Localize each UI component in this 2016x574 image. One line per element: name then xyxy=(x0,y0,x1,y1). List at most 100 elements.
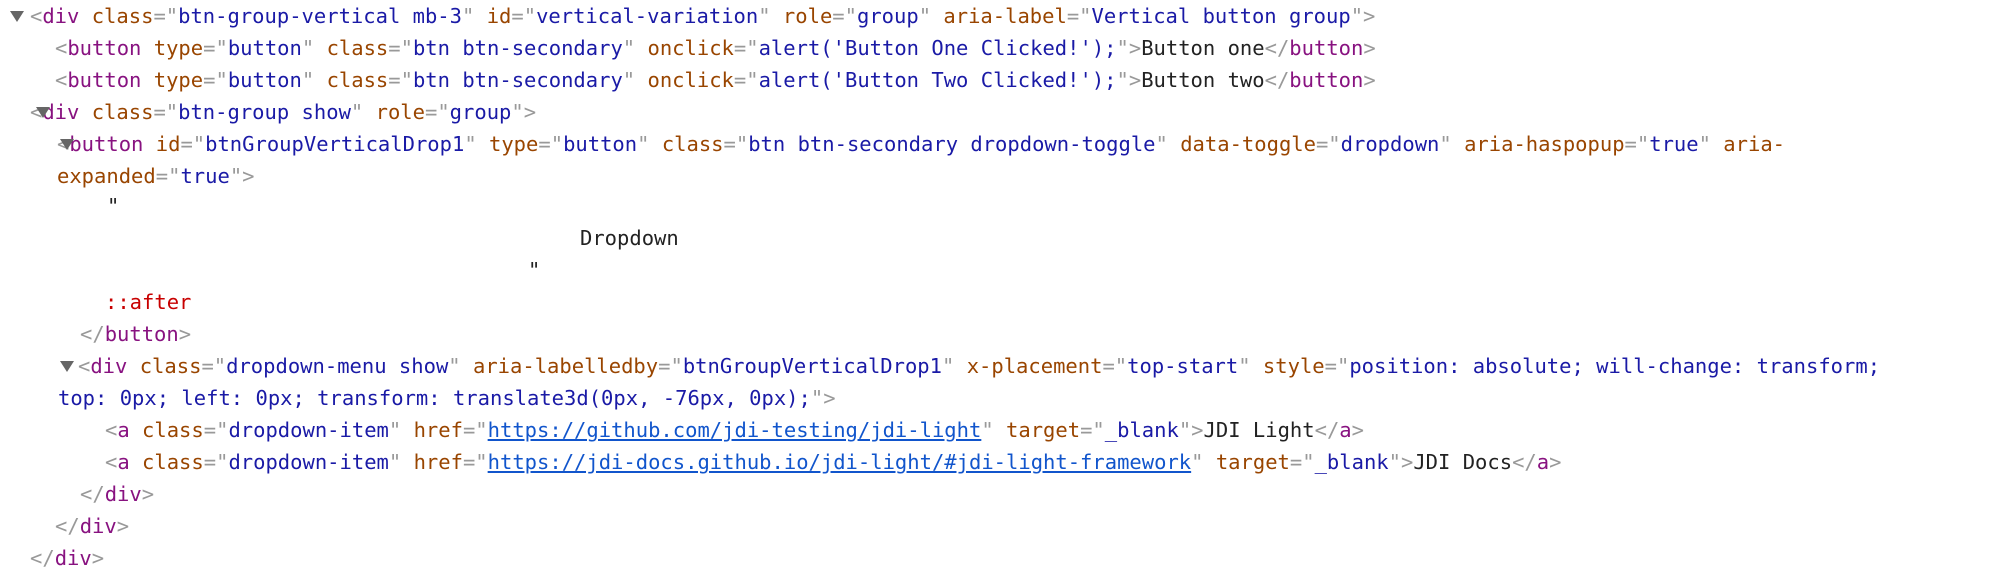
dom-line[interactable]: <button id="btnGroupVerticalDrop1" type=… xyxy=(57,128,1785,160)
dom-line[interactable]: </div> xyxy=(80,478,154,510)
attr-value: top: 0px; left: 0px; transform: translat… xyxy=(58,386,811,410)
dom-line[interactable]: <a class="dropdown-item" href="https://j… xyxy=(105,446,1561,478)
text-node: " xyxy=(107,194,120,218)
text-node xyxy=(461,354,473,378)
expand-triangle-icon[interactable] xyxy=(36,107,50,118)
expand-triangle-icon[interactable] xyxy=(60,139,74,150)
tag-name: a xyxy=(117,418,130,442)
dom-line[interactable]: </div> xyxy=(30,542,104,574)
tag-name: button xyxy=(1289,68,1364,92)
attr-value: alert('Button Two Clicked!'); xyxy=(758,68,1117,92)
punct: </ xyxy=(55,514,80,538)
punct: =" xyxy=(733,36,759,60)
punct: " xyxy=(622,68,636,92)
punct: " xyxy=(1191,450,1204,474)
attr-name: target xyxy=(1006,418,1081,442)
text-node xyxy=(1168,132,1180,156)
dom-line[interactable]: <a class="dropdown-item" href="https://g… xyxy=(105,414,1364,446)
attr-name: class xyxy=(142,418,204,442)
dom-line[interactable]: </button> xyxy=(80,318,191,350)
punct: </ xyxy=(1314,418,1340,442)
href-link[interactable]: https://github.com/jdi-testing/jdi-light xyxy=(488,418,982,442)
href-link[interactable]: https://jdi-docs.github.io/jdi-light/#jd… xyxy=(488,450,1192,474)
punct: "> xyxy=(1116,36,1142,60)
text-node xyxy=(1452,132,1464,156)
dom-line[interactable]: <button type="button" class="btn btn-sec… xyxy=(55,32,1376,64)
punct: " xyxy=(388,450,402,474)
text-node xyxy=(401,450,413,474)
dom-line[interactable]: </div> xyxy=(55,510,129,542)
text-node xyxy=(635,68,647,92)
punct: =" xyxy=(180,132,206,156)
text-node xyxy=(130,450,142,474)
attr-name: aria-label xyxy=(943,4,1067,28)
punct: =" xyxy=(1624,132,1650,156)
expand-triangle-icon[interactable] xyxy=(60,361,74,372)
text-node: Button two xyxy=(1141,68,1265,92)
text-node xyxy=(401,418,413,442)
dom-line[interactable]: " xyxy=(107,190,119,222)
attr-value: group xyxy=(449,100,512,124)
attr-name: href xyxy=(413,418,463,442)
punct: " xyxy=(388,418,402,442)
tag-name: div xyxy=(79,514,117,538)
text-node xyxy=(1711,132,1723,156)
punct: "> xyxy=(1116,68,1142,92)
punct: " xyxy=(1155,132,1168,156)
expand-triangle-icon[interactable] xyxy=(10,11,24,22)
text-node xyxy=(314,68,326,92)
punct: =" xyxy=(1315,132,1341,156)
punct: < xyxy=(55,68,68,92)
attr-name: aria-labelledby xyxy=(472,354,659,378)
tag-name: button xyxy=(69,132,144,156)
punct: > xyxy=(116,514,130,538)
punct: > xyxy=(1549,450,1562,474)
attr-name: class xyxy=(139,354,202,378)
dom-line[interactable]: <div class="btn-group show" role="group"… xyxy=(30,96,536,128)
dom-line[interactable]: Dropdown xyxy=(580,222,679,254)
attr-value: btn-group-vertical mb-3 xyxy=(178,4,462,28)
text-node xyxy=(474,4,486,28)
dom-tree-panel: <div class="btn-group-vertical mb-3" id=… xyxy=(0,0,2016,572)
punct: </ xyxy=(80,482,105,506)
dom-line[interactable]: <div class="btn-group-vertical mb-3" id=… xyxy=(10,0,1375,32)
attr-value: vertical-variation xyxy=(536,4,759,28)
tag-name: div xyxy=(104,482,142,506)
text-node xyxy=(771,4,783,28)
punct: "> xyxy=(810,386,836,410)
attr-name: type xyxy=(153,68,204,92)
text-node: " xyxy=(528,258,541,282)
punct: " xyxy=(462,4,475,28)
dom-line[interactable]: expanded="true"> xyxy=(57,160,255,192)
punct: < xyxy=(105,418,118,442)
dom-line[interactable]: <button type="button" class="btn btn-sec… xyxy=(55,64,1376,96)
tag-name: div xyxy=(54,546,92,570)
pseudo-element: ::after xyxy=(105,290,192,314)
punct: < xyxy=(30,4,43,28)
dom-line[interactable]: " xyxy=(528,254,540,286)
attr-value: button xyxy=(563,132,638,156)
dom-line[interactable]: top: 0px; left: 0px; transform: translat… xyxy=(58,382,836,414)
tag-name: button xyxy=(67,68,142,92)
text-node xyxy=(79,100,91,124)
attr-value: dropdown-item xyxy=(228,418,389,442)
punct: < xyxy=(55,36,68,60)
attr-name: class xyxy=(326,36,389,60)
dom-line[interactable]: ::after xyxy=(105,286,191,318)
dom-line[interactable]: <div class="dropdown-menu show" aria-lab… xyxy=(60,350,1880,382)
attr-value: true xyxy=(1649,132,1699,156)
punct: </ xyxy=(80,322,105,346)
attr-name: class xyxy=(326,68,389,92)
punct: > xyxy=(1351,418,1364,442)
punct: =" xyxy=(1102,354,1128,378)
punct: =" xyxy=(462,450,488,474)
punct: " xyxy=(301,36,315,60)
punct: =" xyxy=(1080,418,1105,442)
punct: > xyxy=(91,546,105,570)
punct: =" xyxy=(203,418,229,442)
attr-value: _blank xyxy=(1314,450,1389,474)
attr-value: dropdown xyxy=(1340,132,1440,156)
attr-value: _blank xyxy=(1104,418,1179,442)
text-node xyxy=(127,354,139,378)
punct: " xyxy=(942,354,955,378)
